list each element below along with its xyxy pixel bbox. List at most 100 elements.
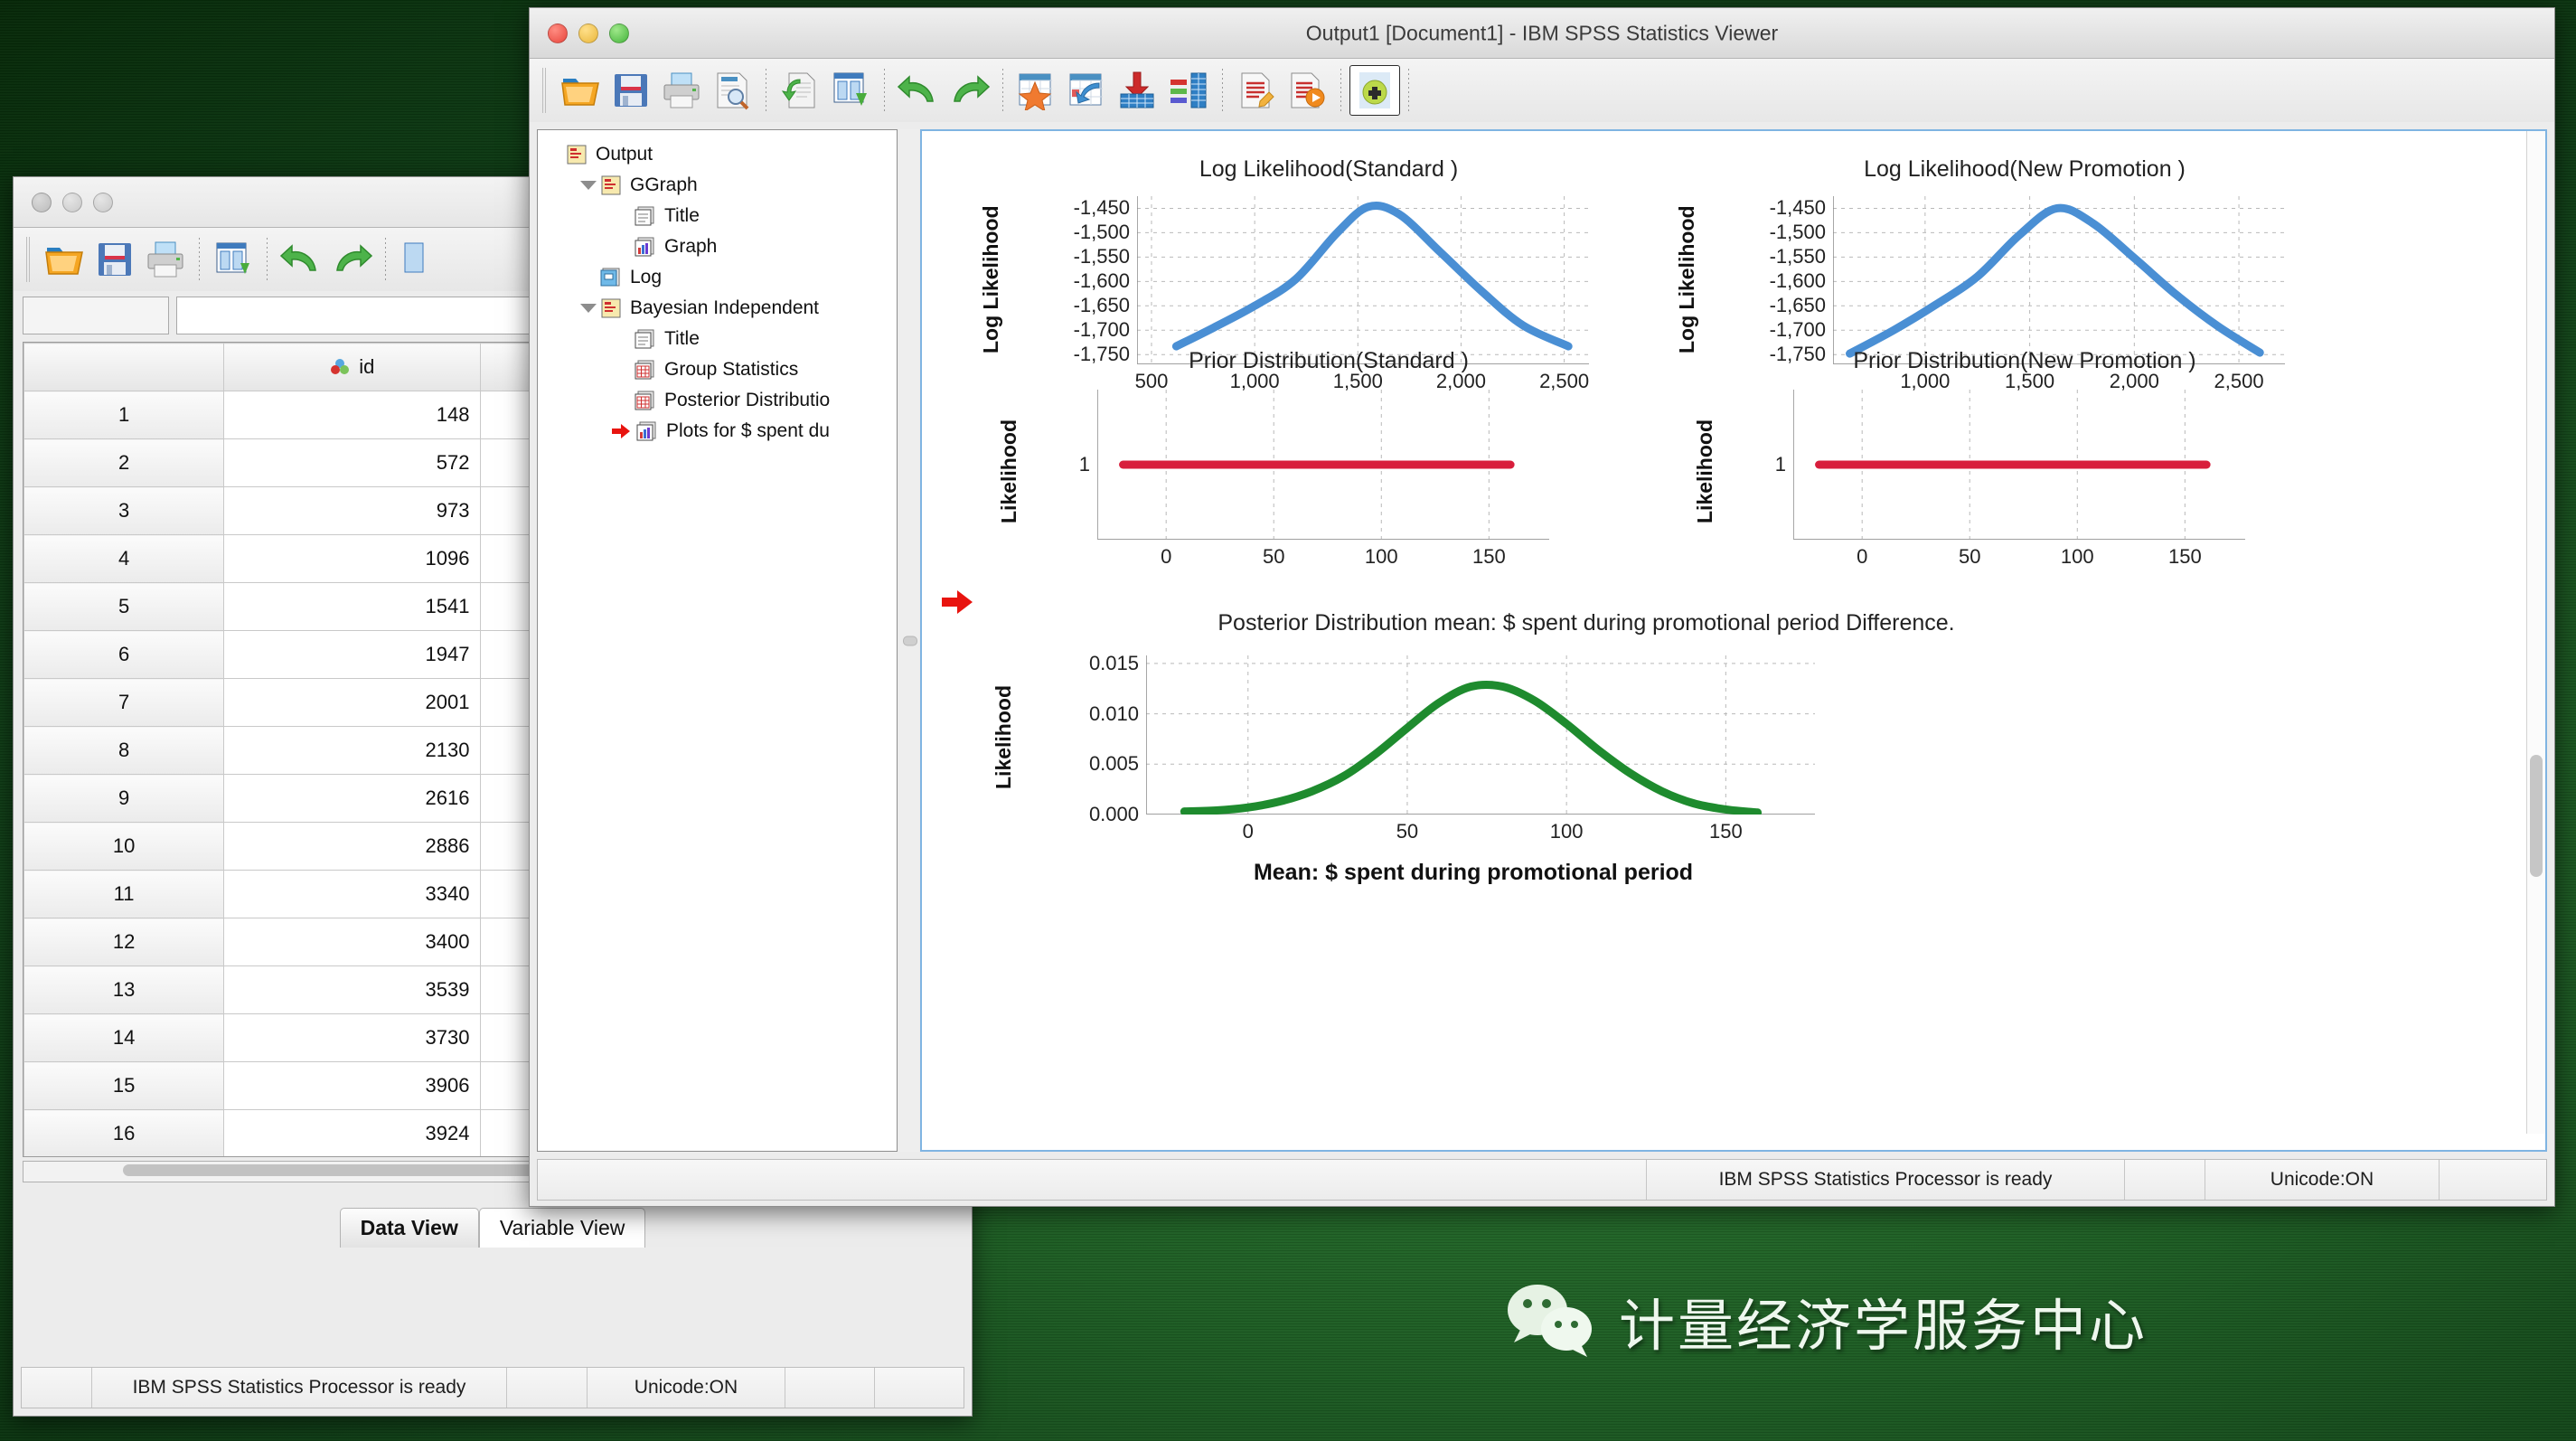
outline-item-title[interactable]: Title (543, 201, 897, 231)
status-unicode-text: Unicode:ON (2205, 1160, 2440, 1200)
cell-id[interactable]: 1541 (223, 582, 482, 631)
cell-id[interactable]: 3539 (223, 965, 482, 1014)
toolbar-separator (1002, 69, 1003, 112)
print-preview-icon[interactable] (707, 65, 757, 116)
print-icon[interactable] (656, 65, 707, 116)
outline-item-label: Title (664, 328, 700, 349)
cell-id[interactable]: 2886 (223, 822, 482, 871)
open-file-icon[interactable] (555, 65, 606, 116)
tab-variable-view[interactable]: Variable View (478, 1208, 646, 1248)
outline-item-ggraph[interactable]: GGraph (543, 170, 897, 201)
row-number-cell[interactable]: 5 (24, 582, 225, 631)
add-output-icon[interactable] (1349, 65, 1400, 116)
goto-case-icon[interactable] (1011, 65, 1062, 116)
cell-id[interactable]: 973 (223, 486, 482, 535)
maximize-button[interactable] (93, 192, 113, 212)
edit-syntax-icon[interactable] (1231, 65, 1282, 116)
title-icon (635, 329, 654, 349)
outline-tree[interactable]: Output GGraph Title Graph Log Bayesian Indepe… (538, 130, 897, 447)
outline-item-posterior-distributio[interactable]: Posterior Distributio (543, 385, 897, 416)
window-controls[interactable] (32, 192, 113, 212)
cell-id[interactable]: 148 (223, 391, 482, 439)
open-file-icon[interactable] (39, 234, 89, 285)
row-number-cell[interactable]: 15 (24, 1061, 225, 1110)
row-number-cell[interactable]: 11 (24, 870, 225, 918)
status-left-spacer (538, 1160, 1647, 1200)
outline-item-output[interactable]: Output (543, 139, 897, 170)
export-icon[interactable] (825, 65, 876, 116)
outline-item-graph[interactable]: Graph (543, 231, 897, 262)
row-number-cell[interactable]: 1 (24, 391, 225, 439)
outline-item-group-statistics[interactable]: Group Statistics (543, 354, 897, 385)
split-file-icon[interactable] (208, 234, 259, 285)
tab-data-view[interactable]: Data View (339, 1208, 479, 1248)
chart-y-ticks: 1 (1734, 390, 1786, 540)
undo-icon[interactable] (276, 234, 326, 285)
output-sheet-scroll: Log Likelihood(Standard ) Log Likelihood… (922, 131, 2545, 1150)
minimize-button[interactable] (62, 192, 82, 212)
output-document-pane[interactable]: Log Likelihood(Standard ) Log Likelihood… (920, 129, 2547, 1152)
redo-icon[interactable] (326, 234, 377, 285)
cell-id[interactable]: 572 (223, 438, 482, 487)
chart-y-ticks: -1,450 -1,500 -1,550 -1,600 -1,650 -1,700 -1,7… (1036, 196, 1130, 365)
row-number-cell[interactable]: 8 (24, 726, 225, 775)
cell-id[interactable]: 2130 (223, 726, 482, 775)
insert-icon[interactable] (1113, 65, 1163, 116)
row-number-cell[interactable]: 13 (24, 965, 225, 1014)
cell-id[interactable]: 2001 (223, 678, 482, 727)
x-tick-label: 100 (2060, 545, 2094, 568)
wechat-icon (1508, 1285, 1592, 1357)
close-button[interactable] (32, 192, 52, 212)
run-syntax-icon[interactable] (1282, 65, 1332, 116)
goto-data-icon[interactable] (1062, 65, 1113, 116)
x-tick-label: 0 (1161, 545, 1172, 568)
cell-id[interactable]: 1947 (223, 630, 482, 679)
outline-item-bayesian-independent[interactable]: Bayesian Independent (543, 293, 897, 324)
row-number-cell[interactable]: 10 (24, 822, 225, 871)
recall-dialog-icon[interactable] (775, 65, 825, 116)
twisty-expanded-icon[interactable] (578, 304, 599, 313)
cell-id[interactable]: 1096 (223, 534, 482, 583)
column-header-id[interactable]: id (223, 343, 482, 391)
pane-splitter[interactable] (899, 129, 919, 1152)
row-number-cell[interactable]: 16 (24, 1109, 225, 1156)
row-number-cell[interactable]: 7 (24, 678, 225, 727)
scrollbar-thumb[interactable] (2530, 755, 2543, 877)
outline-item-plots-for-spent-du[interactable]: Plots for $ spent du (543, 416, 897, 447)
save-file-icon[interactable] (89, 234, 140, 285)
splitter-grip[interactable] (903, 636, 917, 645)
undo-icon[interactable] (893, 65, 944, 116)
viewer-body: Output GGraph Title Graph Log Bayesian Indepe… (530, 122, 2554, 1206)
row-number-cell[interactable]: 4 (24, 534, 225, 583)
cell-id[interactable]: 2616 (223, 774, 482, 823)
row-number-cell[interactable]: 9 (24, 774, 225, 823)
cell-id[interactable]: 3924 (223, 1109, 482, 1156)
output-outline-pane[interactable]: Output GGraph Title Graph Log Bayesian Indepe… (537, 129, 898, 1152)
row-number-cell[interactable]: 12 (24, 918, 225, 966)
row-number-cell[interactable]: 3 (24, 486, 225, 535)
print-icon[interactable] (140, 234, 191, 285)
scrollbar-thumb[interactable] (123, 1164, 584, 1176)
cell-id[interactable]: 3400 (223, 918, 482, 966)
cell-reference-box[interactable] (23, 297, 169, 334)
output-sheet: Log Likelihood(Standard ) Log Likelihood… (922, 131, 2547, 1150)
cell-id[interactable]: 3340 (223, 870, 482, 918)
chart-icon (636, 421, 656, 441)
outline-item-title[interactable]: Title (543, 324, 897, 354)
y-tick-label: 0.005 (1088, 752, 1139, 776)
save-file-icon[interactable] (606, 65, 656, 116)
row-number-cell[interactable]: 14 (24, 1013, 225, 1062)
viewer-toolbar[interactable] (530, 59, 2554, 123)
redo-icon[interactable] (944, 65, 994, 116)
cell-id[interactable]: 3730 (223, 1013, 482, 1062)
chart-x-ticks: 0 50 100 150 (1097, 545, 1549, 572)
variables-icon[interactable] (1163, 65, 1214, 116)
row-number-cell[interactable]: 6 (24, 630, 225, 679)
row-number-cell[interactable]: 2 (24, 438, 225, 487)
outline-item-log[interactable]: Log (543, 262, 897, 293)
twisty-expanded-icon[interactable] (578, 181, 599, 190)
cell-id[interactable]: 3906 (223, 1061, 482, 1110)
spss-statistics-viewer-window[interactable]: Output1 [Document1] - IBM SPSS Statistic… (529, 7, 2555, 1207)
document-vertical-scrollbar[interactable] (2526, 131, 2545, 1134)
variables-icon[interactable] (394, 234, 445, 285)
